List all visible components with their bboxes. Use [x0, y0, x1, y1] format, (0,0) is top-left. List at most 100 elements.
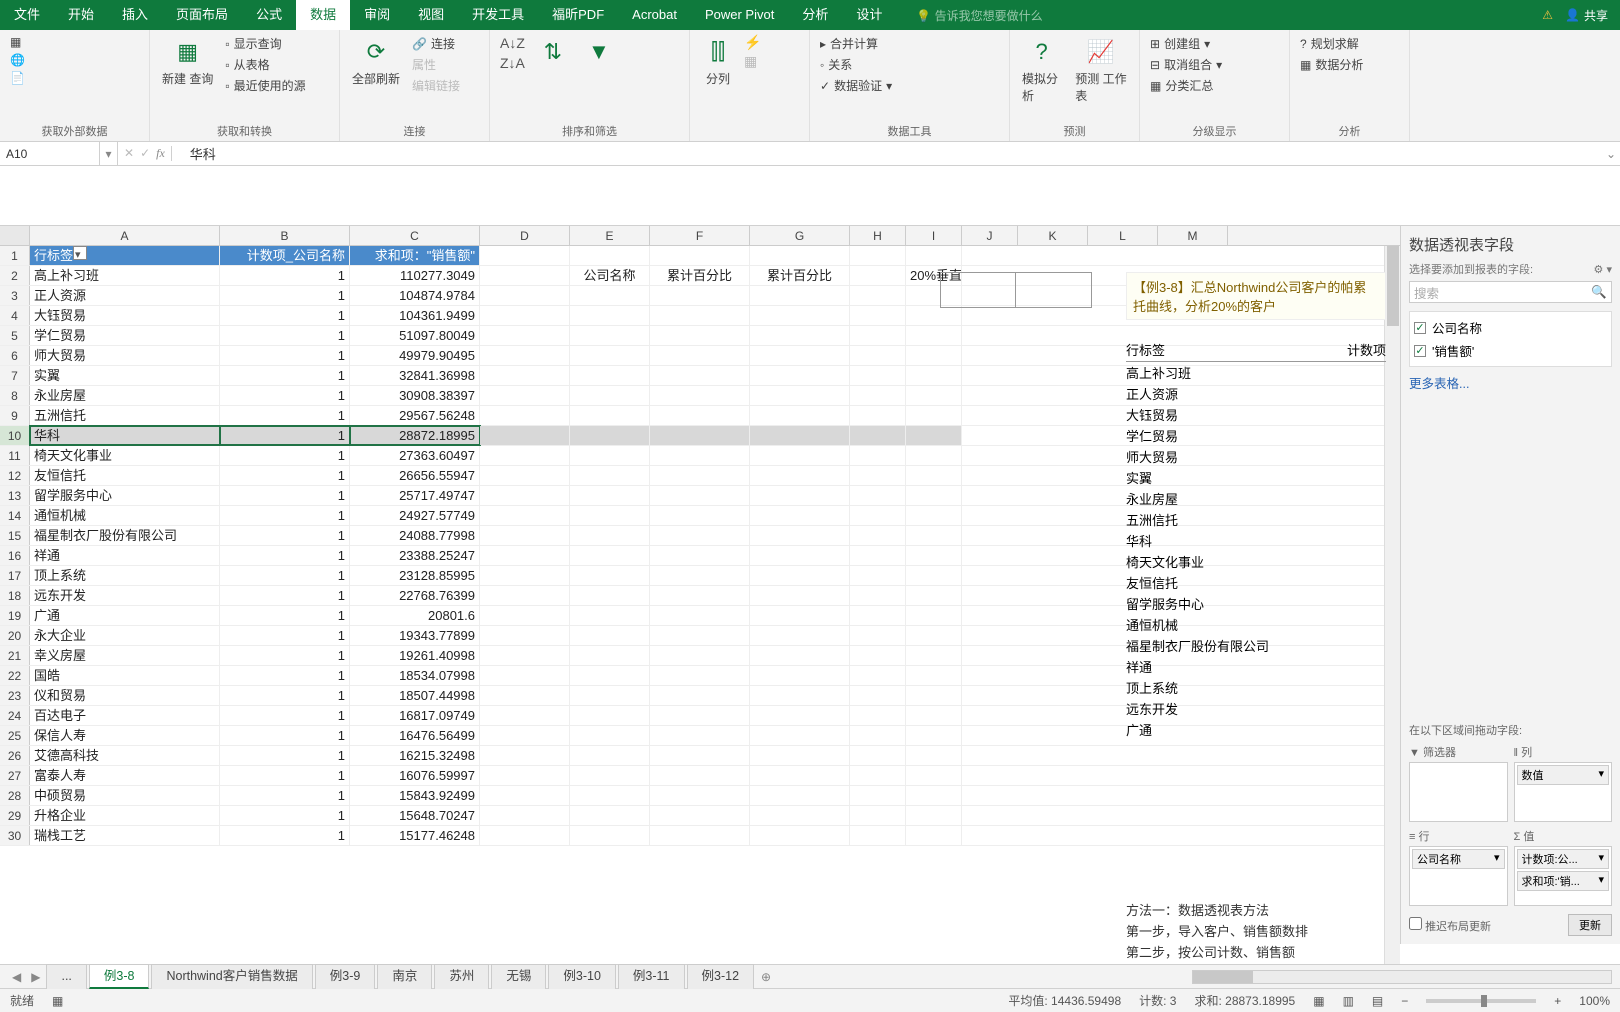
- checkbox-icon[interactable]: ✓: [1414, 322, 1426, 334]
- update-button[interactable]: 更新: [1568, 914, 1612, 936]
- cell-company[interactable]: 友恒信托: [30, 466, 220, 485]
- row-pill-company[interactable]: 公司名称▾: [1412, 849, 1505, 869]
- cell-sales[interactable]: 23128.85995: [350, 566, 480, 585]
- consolidate[interactable]: ▸ 合并计算: [818, 34, 894, 53]
- cancel-icon[interactable]: ✕: [124, 146, 134, 161]
- cell-company[interactable]: 艾德高科技: [30, 746, 220, 765]
- row-28[interactable]: 28中硕贸易115843.92499: [0, 786, 1400, 806]
- column-header-I[interactable]: I: [906, 226, 962, 245]
- worksheet-grid[interactable]: ABCDEFGHIJKLM 1行标签计数项_公司名称求和项："销售额"客户数销售…: [0, 226, 1400, 964]
- column-header-D[interactable]: D: [480, 226, 570, 245]
- row-header-11[interactable]: 11: [0, 446, 30, 465]
- cell-sales[interactable]: 30908.38397: [350, 386, 480, 405]
- column-pill-values[interactable]: 数值▾: [1517, 765, 1610, 785]
- row-header-20[interactable]: 20: [0, 626, 30, 645]
- column-header-C[interactable]: C: [350, 226, 480, 245]
- cell-sales[interactable]: 110277.3049: [350, 266, 480, 285]
- cell-company[interactable]: 华科: [30, 426, 220, 445]
- cell-company[interactable]: 通恒机械: [30, 506, 220, 525]
- defer-layout-checkbox[interactable]: 推迟布局更新: [1409, 917, 1491, 934]
- sheet-tab-5[interactable]: 苏州: [434, 964, 489, 989]
- cell-count[interactable]: 1: [220, 366, 350, 385]
- sheet-nav-prev[interactable]: ◀: [8, 970, 25, 984]
- sort-desc[interactable]: Z↓A: [498, 54, 527, 72]
- cell-count[interactable]: 1: [220, 666, 350, 685]
- select-all-corner[interactable]: [0, 226, 30, 245]
- cell-count[interactable]: 1: [220, 446, 350, 465]
- cell-count[interactable]: 1: [220, 706, 350, 725]
- row-header-7[interactable]: 7: [0, 366, 30, 385]
- cell-company[interactable]: 留学服务中心: [30, 486, 220, 505]
- cell-company[interactable]: 国皓: [30, 666, 220, 685]
- cell-sales[interactable]: 104361.9499: [350, 306, 480, 325]
- cell-sales[interactable]: 18507.44998: [350, 686, 480, 705]
- cell-company[interactable]: 高上补习班: [30, 266, 220, 285]
- value-pill-count[interactable]: 计数项:公...▾: [1517, 849, 1610, 869]
- macro-record-icon[interactable]: ▦: [52, 994, 63, 1008]
- relationships[interactable]: ◦ 关系: [818, 55, 894, 74]
- view-normal-icon[interactable]: ▦: [1313, 994, 1324, 1008]
- sheet-tab-3[interactable]: 例3-9: [315, 964, 376, 989]
- enter-icon[interactable]: ✓: [140, 146, 150, 161]
- cell-sales[interactable]: 25717.49747: [350, 486, 480, 505]
- ribbon-tab-12[interactable]: 分析: [788, 0, 842, 30]
- row-29[interactable]: 29升格企业115648.70247: [0, 806, 1400, 826]
- ribbon-tab-1[interactable]: 开始: [54, 0, 108, 30]
- cell-count[interactable]: 1: [220, 426, 350, 445]
- formula-bar-expand[interactable]: ⌄: [1602, 147, 1620, 161]
- row-header-8[interactable]: 8: [0, 386, 30, 405]
- zoom-out[interactable]: −: [1401, 994, 1408, 1008]
- data-validation[interactable]: ✓ 数据验证 ▾: [818, 76, 894, 95]
- cell-sales[interactable]: 28872.18995: [350, 426, 480, 445]
- cell-company[interactable]: 仪和贸易: [30, 686, 220, 705]
- field-search[interactable]: 搜索 🔍: [1409, 281, 1612, 303]
- cell-sales[interactable]: 49979.90495: [350, 346, 480, 365]
- row-header-1[interactable]: 1: [0, 246, 30, 265]
- properties[interactable]: 属性: [410, 55, 462, 74]
- cell-sales[interactable]: 29567.56248: [350, 406, 480, 425]
- pivot-rowlabel-header[interactable]: 行标签: [30, 246, 220, 265]
- from-web[interactable]: 🌐: [8, 52, 27, 68]
- row-header-25[interactable]: 25: [0, 726, 30, 745]
- new-query-button[interactable]: ▦新建 查询: [158, 34, 217, 89]
- ribbon-tab-8[interactable]: 开发工具: [458, 0, 538, 30]
- cell-company[interactable]: 永大企业: [30, 626, 220, 645]
- cell-count[interactable]: 1: [220, 466, 350, 485]
- cell-company[interactable]: 瑞栈工艺: [30, 826, 220, 845]
- ribbon-tab-9[interactable]: 福昕PDF: [538, 0, 618, 30]
- whatif-button[interactable]: ?模拟分析: [1018, 34, 1065, 106]
- sheet-nav-next[interactable]: ▶: [27, 970, 44, 984]
- sheet-tab-9[interactable]: 例3-12: [687, 964, 755, 989]
- cell-count[interactable]: 1: [220, 346, 350, 365]
- cell-count[interactable]: 1: [220, 626, 350, 645]
- refresh-all-button[interactable]: ⟳全部刷新: [348, 34, 404, 89]
- cell-company[interactable]: 广通: [30, 606, 220, 625]
- sheet-tab-2[interactable]: Northwind客户销售数据: [151, 964, 312, 989]
- row-header-29[interactable]: 29: [0, 806, 30, 825]
- name-box-dropdown[interactable]: ▾: [100, 142, 118, 166]
- row-header-26[interactable]: 26: [0, 746, 30, 765]
- cell-sales[interactable]: 51097.80049: [350, 326, 480, 345]
- cell-company[interactable]: 福星制衣厂股份有限公司: [30, 526, 220, 545]
- view-break-icon[interactable]: ▤: [1372, 994, 1383, 1008]
- horizontal-scrollbar[interactable]: [1192, 970, 1612, 984]
- cell-sales[interactable]: 104874.9784: [350, 286, 480, 305]
- filter-button[interactable]: ▼: [579, 34, 619, 70]
- cell-sales[interactable]: 19343.77899: [350, 626, 480, 645]
- sheet-tab-4[interactable]: 南京: [377, 964, 432, 989]
- field-item[interactable]: ✓公司名称: [1414, 316, 1607, 339]
- cell-company[interactable]: 大钰贸易: [30, 306, 220, 325]
- column-header-L[interactable]: L: [1088, 226, 1158, 245]
- cell-count[interactable]: 1: [220, 546, 350, 565]
- row-header-23[interactable]: 23: [0, 686, 30, 705]
- sheet-tab-8[interactable]: 例3-11: [618, 964, 685, 989]
- row-header-6[interactable]: 6: [0, 346, 30, 365]
- row-1[interactable]: 1行标签计数项_公司名称求和项："销售额"客户数销售额: [0, 246, 1400, 266]
- cell-count[interactable]: 1: [220, 646, 350, 665]
- cell-company[interactable]: 百达电子: [30, 706, 220, 725]
- row-header-30[interactable]: 30: [0, 826, 30, 845]
- sheet-tab-6[interactable]: 无锡: [491, 964, 546, 989]
- cell-company[interactable]: 永业房屋: [30, 386, 220, 405]
- cell-count[interactable]: 1: [220, 306, 350, 325]
- row-header-18[interactable]: 18: [0, 586, 30, 605]
